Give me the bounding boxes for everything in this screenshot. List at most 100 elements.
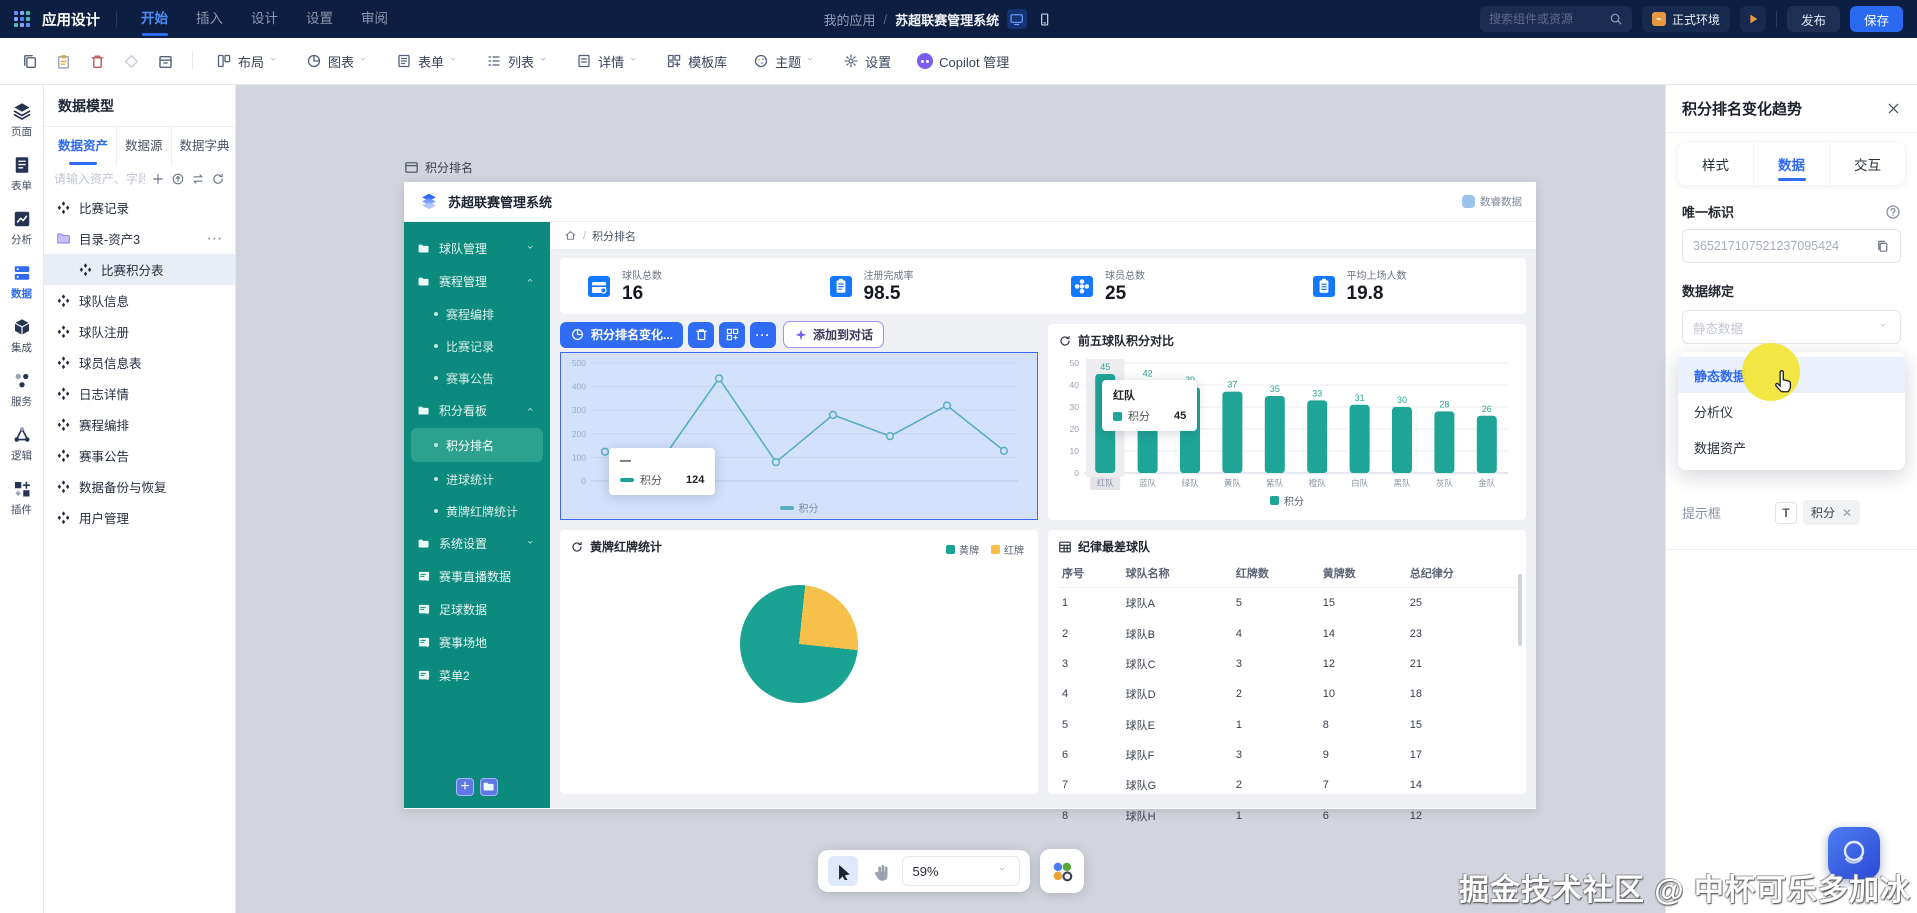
dash-menu-赛事直播数据[interactable]: 赛事直播数据 — [404, 560, 550, 593]
rail-item-分析[interactable]: 分析 — [0, 201, 43, 255]
component-search[interactable] — [1480, 6, 1632, 32]
import-icon[interactable] — [171, 172, 185, 186]
asset-search-input[interactable] — [54, 172, 145, 186]
env-button[interactable]: ⌁ 正式环境 — [1642, 6, 1730, 32]
dash-menu-赛程编排[interactable]: 赛程编排 — [404, 298, 550, 330]
tree-item-目录-资产3[interactable]: 目录-资产3··· — [44, 223, 235, 254]
search-icon[interactable] — [1609, 12, 1623, 26]
nav-menu-设计[interactable]: 设计 — [251, 0, 278, 38]
app-logo-icon[interactable] — [14, 11, 30, 27]
tree-item-赛程编排[interactable]: 赛程编排 — [44, 409, 235, 440]
preview-button[interactable] — [1740, 6, 1766, 32]
properties-tab-数据[interactable]: 数据 — [1753, 143, 1829, 185]
desktop-view-icon[interactable] — [1007, 9, 1027, 29]
paste-icon[interactable] — [48, 46, 78, 76]
tree-item-球员信息表[interactable]: 球员信息表 — [44, 347, 235, 378]
dash-menu-赛程管理[interactable]: 赛程管理 — [404, 265, 550, 298]
dash-menu-足球数据[interactable]: 足球数据 — [404, 593, 550, 626]
rail-item-服务[interactable]: 服务 — [0, 363, 43, 417]
refresh-icon[interactable] — [211, 172, 225, 186]
shape-icon[interactable] — [116, 46, 146, 76]
data-panel-tab-数据字典[interactable]: 数据字典 — [171, 127, 238, 165]
rail-item-集成[interactable]: 集成 — [0, 309, 43, 363]
tooltip-tag[interactable]: 积分 ✕ — [1803, 500, 1860, 525]
dash-menu-积分看板[interactable]: 积分看板 — [404, 394, 550, 427]
dashboard-artboard[interactable]: 苏超联赛管理系统 数睿数据 球队管理赛程管理赛程编排比赛记录赛事公告积分看板积分… — [404, 182, 1536, 809]
binding-option-分析仪[interactable]: 分析仪 — [1678, 393, 1905, 429]
more-icon[interactable]: ··· — [208, 232, 224, 246]
tree-item-数据备份与恢复[interactable]: 数据备份与恢复 — [44, 471, 235, 502]
rail-item-逻辑[interactable]: 逻辑 — [0, 417, 43, 471]
more-actions-button[interactable]: ··· — [750, 322, 776, 348]
table-card[interactable]: 纪律最差球队 序号球队名称红牌数黄牌数总纪律分1球队A515252球队B4142… — [1048, 530, 1526, 794]
bar-chart-card[interactable]: 前五球队积分对比 0102030405045红队42蓝队39绿队37黄队35紫队… — [1048, 324, 1526, 520]
toolbar-group-详情[interactable]: 详情 — [565, 46, 651, 76]
archive-icon[interactable] — [150, 46, 180, 76]
remove-tag-icon[interactable]: ✕ — [1842, 506, 1852, 520]
toolbar-group-列表[interactable]: 列表 — [475, 46, 561, 76]
table-row[interactable]: 4球队D21018 — [1058, 679, 1516, 709]
toolbar-group-Copilot 管理[interactable]: Copilot 管理 — [906, 46, 1020, 76]
table-row[interactable]: 3球队C31221 — [1058, 649, 1516, 679]
text-field-icon[interactable]: T — [1775, 502, 1797, 524]
design-canvas[interactable]: 积分排名 苏超联赛管理系统 数睿数据 球队管理赛程管理赛程编排比赛记录赛事公告积… — [236, 85, 1665, 913]
rail-item-表单[interactable]: 表单 — [0, 147, 43, 201]
toolbar-group-表单[interactable]: 表单 — [385, 46, 471, 76]
table-row[interactable]: 7球队G2714 — [1058, 770, 1516, 800]
toolbar-group-设置[interactable]: 设置 — [832, 46, 902, 76]
rail-item-数据[interactable]: 数据 — [0, 255, 43, 309]
home-icon[interactable] — [564, 229, 577, 242]
swap-icon[interactable] — [191, 172, 205, 186]
dash-menu-球队管理[interactable]: 球队管理 — [404, 232, 550, 265]
component-widget-button[interactable] — [719, 322, 745, 348]
line-chart-widget[interactable]: 5004003002001000 —积分124 积分 — [560, 352, 1038, 520]
publish-button[interactable]: 发布 — [1787, 6, 1840, 32]
table-row[interactable]: 5球队E1815 — [1058, 710, 1516, 740]
folder-menu-button[interactable] — [480, 778, 498, 796]
tree-item-用户管理[interactable]: 用户管理 — [44, 502, 235, 533]
save-button[interactable]: 保存 — [1850, 6, 1903, 32]
add-asset-icon[interactable] — [151, 172, 165, 186]
data-panel-tab-数据资产[interactable]: 数据资产 — [50, 127, 116, 165]
table-row[interactable]: 1球队A51525 — [1058, 588, 1516, 619]
binding-option-静态数据[interactable]: 静态数据 — [1678, 357, 1905, 393]
properties-tab-样式[interactable]: 样式 — [1678, 143, 1753, 185]
toolbar-group-模板库[interactable]: 模板库 — [655, 46, 738, 76]
toolbar-group-图表[interactable]: 图表 — [295, 46, 381, 76]
nav-menu-设置[interactable]: 设置 — [306, 0, 333, 38]
dash-menu-比赛记录[interactable]: 比赛记录 — [404, 330, 550, 362]
nav-menu-审阅[interactable]: 审阅 — [361, 0, 388, 38]
unique-id-field[interactable]: 365217107521237095424 — [1682, 229, 1901, 263]
dash-menu-赛事场地[interactable]: 赛事场地 — [404, 626, 550, 659]
table-scrollbar[interactable] — [1518, 574, 1522, 646]
rail-item-插件[interactable]: 插件 — [0, 471, 43, 525]
dash-menu-进球统计[interactable]: 进球统计 — [404, 463, 550, 495]
data-binding-select[interactable]: 静态数据 — [1682, 310, 1901, 344]
table-row[interactable]: 8球队H1612 — [1058, 801, 1516, 831]
tree-item-比赛积分表[interactable]: 比赛积分表 — [44, 254, 235, 285]
tree-item-球队注册[interactable]: 球队注册 — [44, 316, 235, 347]
toolbar-group-主题[interactable]: 主题 — [742, 46, 828, 76]
dash-menu-赛事公告[interactable]: 赛事公告 — [404, 362, 550, 394]
select-tool-button[interactable] — [828, 856, 858, 886]
properties-tab-交互[interactable]: 交互 — [1829, 143, 1905, 185]
close-icon[interactable] — [1886, 101, 1901, 116]
delete-icon[interactable] — [82, 46, 112, 76]
tree-item-赛事公告[interactable]: 赛事公告 — [44, 440, 235, 471]
app-switcher-button[interactable] — [1040, 849, 1084, 893]
rail-item-页面[interactable]: 页面 — [0, 93, 43, 147]
canvas-page-tab[interactable]: 积分排名 — [404, 159, 473, 176]
toolbar-group-布局[interactable]: 布局 — [205, 46, 291, 76]
copy-icon[interactable] — [14, 46, 44, 76]
data-panel-tab-数据源[interactable]: 数据源 — [116, 127, 171, 165]
tree-item-球队信息[interactable]: 球队信息 — [44, 285, 235, 316]
tree-item-比赛记录[interactable]: 比赛记录 — [44, 192, 235, 223]
copy-icon[interactable] — [1875, 239, 1890, 254]
delete-widget-button[interactable] — [688, 322, 714, 348]
breadcrumb-my-apps[interactable]: 我的应用 — [824, 10, 876, 29]
zoom-level-select[interactable]: 59% — [902, 856, 1020, 886]
table-row[interactable]: 2球队B41423 — [1058, 618, 1516, 648]
pan-tool-button[interactable] — [870, 861, 890, 881]
dash-menu-黄牌红牌统计[interactable]: 黄牌红牌统计 — [404, 495, 550, 527]
binding-option-数据资产[interactable]: 数据资产 — [1678, 429, 1905, 465]
